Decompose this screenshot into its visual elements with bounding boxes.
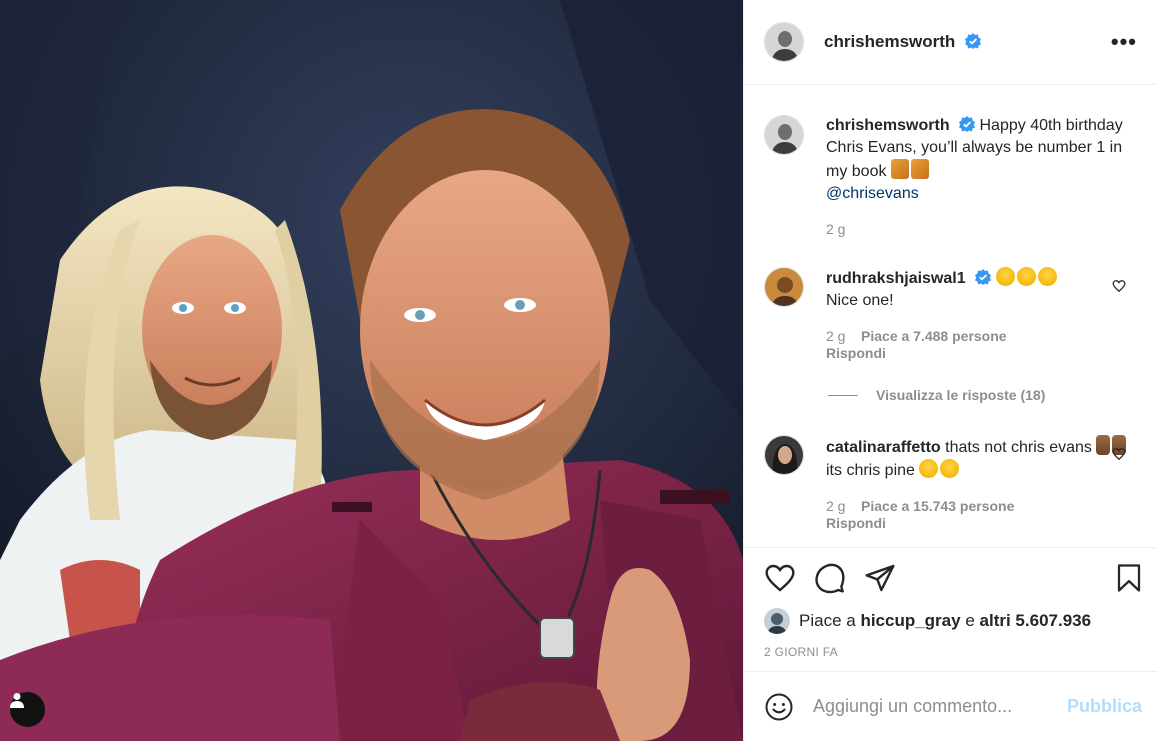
comment-avatar-image (765, 436, 803, 474)
verified-badge-icon (964, 33, 981, 49)
rolling-eyes-emoji (919, 459, 939, 478)
comment-meta: 2 g Piace a 15.743 persone Rispondi (826, 498, 1138, 532)
liker-avatar[interactable] (764, 608, 790, 634)
likes-user-link[interactable]: hiccup_gray (860, 611, 960, 631)
action-icons (764, 562, 896, 594)
comment-time[interactable]: 2 g (826, 498, 845, 514)
comment-avatar[interactable] (764, 267, 804, 307)
caption-avatar-image (765, 116, 803, 154)
save-bookmark-icon[interactable] (1114, 562, 1144, 594)
author-username-text[interactable]: chrishemsworth (824, 32, 955, 51)
view-replies-label[interactable]: Visualizza le risposte (18) (876, 387, 1045, 403)
like-comment-heart-icon[interactable] (1112, 279, 1126, 293)
pinching-hand-emoji (1096, 435, 1111, 455)
post-actions: Piace a hiccup_gray e altri 5.607.936 2 … (744, 547, 1157, 671)
comment-item: rudhrakshjaiswal1 Nice one! 2 g Piace a … (764, 267, 1138, 362)
comment-text-continued: its chris pine (826, 462, 915, 479)
like-comment-heart-icon[interactable] (1112, 447, 1126, 461)
comment-text: thats not chris evans (945, 439, 1092, 456)
caption-meta: 2 g (826, 221, 1138, 238)
laughing-emoji (995, 267, 1015, 286)
verified-badge-icon (959, 116, 976, 132)
comments-list[interactable]: chrishemsworth Happy 40th birthday Chris… (744, 85, 1157, 547)
comment-item: catalinaraffetto thats not chris evans i… (764, 435, 1138, 532)
more-options-icon[interactable]: ••• (1111, 29, 1137, 55)
comment-reply-button[interactable]: Rispondi (826, 345, 886, 361)
party-popper-emoji (890, 159, 909, 179)
share-paper-plane-icon[interactable] (864, 562, 896, 594)
liker-avatar-image (764, 608, 790, 634)
post-timestamp[interactable]: 2 GIORNI FA (764, 645, 838, 659)
comment-input[interactable] (813, 696, 1067, 717)
rolling-eyes-emoji (940, 459, 960, 478)
post-photo[interactable] (0, 0, 743, 741)
comment-meta: 2 g Piace a 7.488 persone Rispondi (826, 328, 1138, 362)
view-replies-button[interactable]: Visualizza le risposte (18) (828, 387, 1045, 403)
caption: chrishemsworth Happy 40th birthday Chris… (764, 115, 1138, 238)
comment-text: Nice one! (826, 292, 894, 309)
comment-avatar[interactable] (764, 435, 804, 475)
likes-summary: Piace a hiccup_gray e altri 5.607.936 (764, 608, 1091, 634)
laughing-emoji (1016, 267, 1036, 286)
comment-icon[interactable] (814, 562, 846, 594)
caption-author[interactable]: chrishemsworth (826, 117, 950, 134)
comment-author[interactable]: rudhrakshjaiswal1 (826, 270, 966, 287)
view-replies-line (828, 394, 858, 396)
verified-badge-icon (975, 269, 992, 285)
comment-author[interactable]: catalinaraffetto (826, 439, 941, 456)
author-avatar-image (765, 23, 803, 61)
like-heart-icon[interactable] (764, 562, 796, 594)
likes-others-link[interactable]: altri 5.607.936 (980, 611, 1092, 631)
tagged-people-button[interactable] (10, 692, 45, 727)
laughing-emoji (1037, 267, 1057, 286)
comment-avatar-image (765, 268, 803, 306)
comment-likes[interactable]: Piace a 7.488 persone (861, 328, 1007, 344)
post-details-panel: chrishemsworth ••• chrishemsworth Happy … (743, 0, 1157, 741)
selfie-illustration (0, 0, 743, 741)
post-header: chrishemsworth ••• (744, 0, 1157, 85)
likes-conjunction: e (965, 611, 975, 630)
comment-reply-button[interactable]: Rispondi (826, 515, 886, 531)
comment-time[interactable]: 2 g (826, 328, 845, 344)
instagram-post-modal: chrishemsworth ••• chrishemsworth Happy … (0, 0, 1157, 741)
emoji-picker-icon[interactable] (764, 692, 794, 722)
add-comment-bar: Pubblica (744, 671, 1157, 741)
caption-mention-link[interactable]: @chrisevans (826, 185, 919, 202)
party-popper-emoji (910, 159, 929, 179)
author-username[interactable]: chrishemsworth (824, 32, 981, 52)
comment-likes[interactable]: Piace a 15.743 persone (861, 498, 1014, 514)
caption-time[interactable]: 2 g (826, 221, 845, 237)
author-avatar[interactable] (764, 22, 804, 62)
publish-button[interactable]: Pubblica (1067, 696, 1142, 717)
caption-avatar[interactable] (764, 115, 804, 155)
likes-prefix: Piace a (799, 611, 856, 630)
user-icon (10, 693, 24, 708)
